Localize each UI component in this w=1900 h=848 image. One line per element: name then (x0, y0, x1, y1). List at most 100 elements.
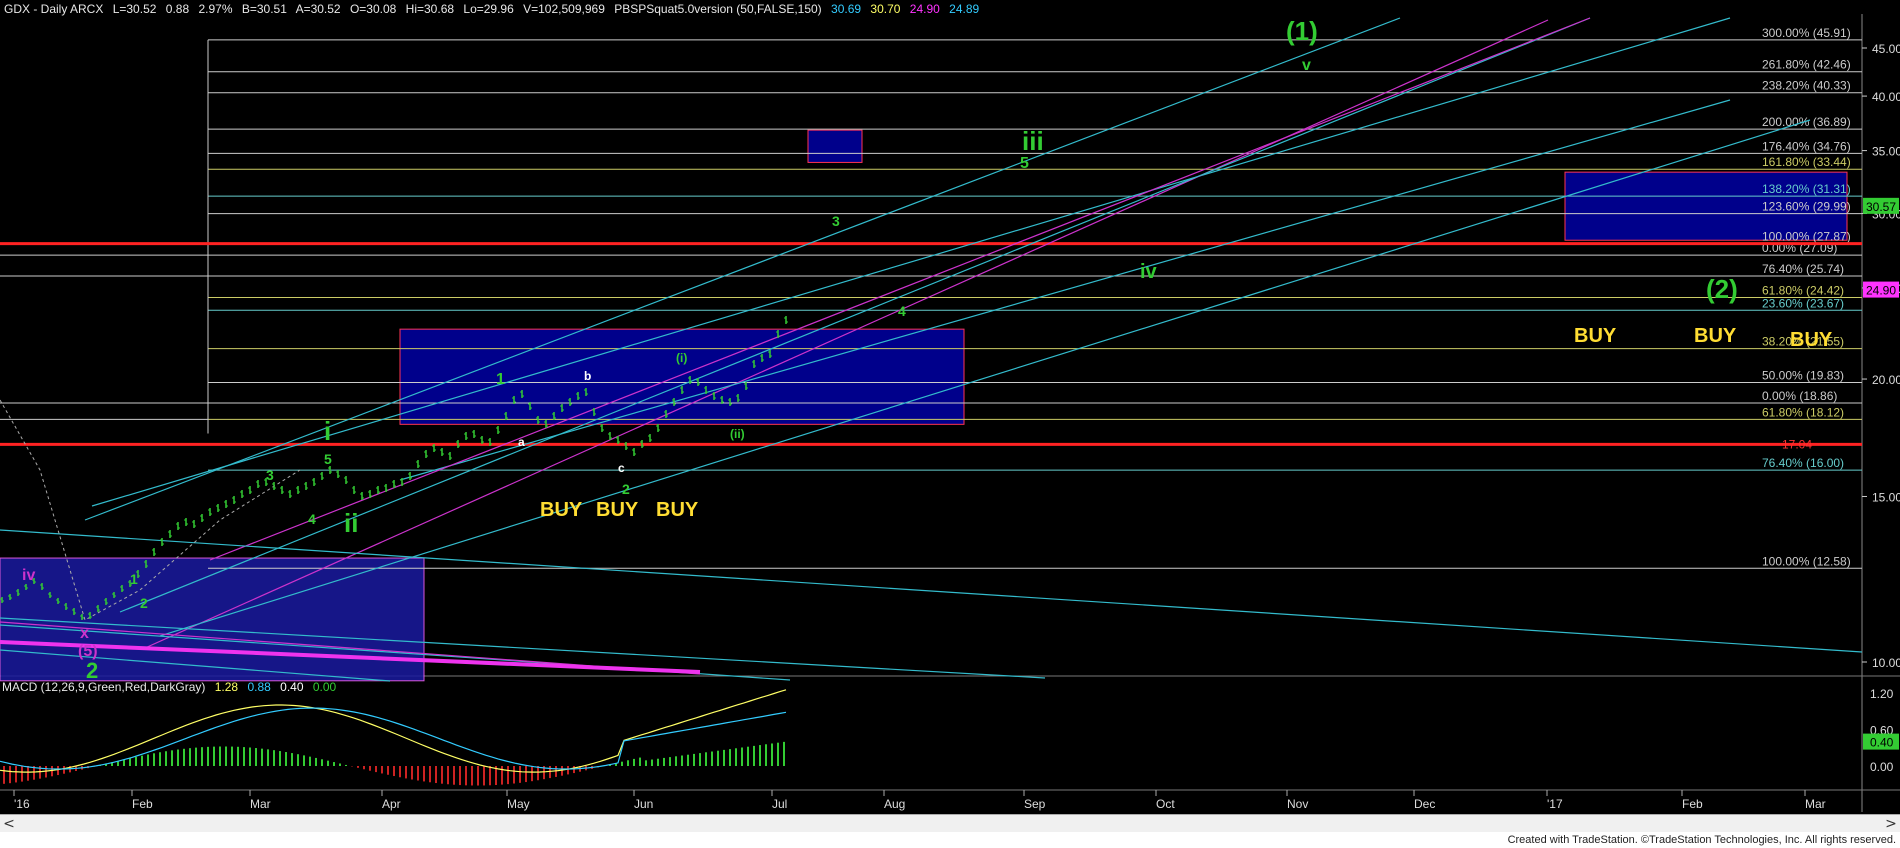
buy-label: BUY (656, 499, 699, 521)
scroll-right-button[interactable]: > (1882, 815, 1900, 833)
last-price-tag: 30.57 (1866, 200, 1896, 214)
y-tick-label: 20.00 (1872, 373, 1900, 387)
indicator-value-4: 24.89 (949, 2, 980, 16)
chart-header: GDX - Daily ARCX L=30.52 0.88 2.97% B=30… (4, 2, 985, 16)
indicator-value-3: 24.90 (909, 2, 940, 16)
fib-label: 61.80% (18.12) (1762, 405, 1844, 419)
change-value: 0.88 (165, 2, 190, 16)
y-tick-label: 40.00 (1872, 90, 1900, 104)
open-value: O=30.08 (349, 2, 397, 16)
macd-tick-label: 1.20 (1870, 687, 1894, 701)
chevron-left-icon: < (3, 816, 15, 832)
indicator-name: PBSPSquat5.0version (50,FALSE,150) (614, 2, 822, 16)
x-tick-label: Nov (1287, 797, 1308, 811)
wave-label: 5 (324, 451, 332, 467)
bid-value: B=30.51 (241, 2, 287, 16)
fib-label: 261.80% (42.46) (1762, 58, 1851, 72)
fib-label: 76.40% (16.00) (1762, 456, 1844, 470)
x-tick-label: '16 (14, 797, 30, 811)
red-level-label: 17.04 (1782, 437, 1812, 451)
horizontal-scrollbar[interactable]: < > (0, 814, 1900, 833)
wave-label: 3 (832, 213, 840, 229)
macd-value-4: 0.00 (312, 680, 337, 694)
fib-label: 123.60% (29.99) (1762, 200, 1851, 214)
buy-label: BUY (540, 499, 583, 521)
wave-label: b (584, 369, 591, 383)
wave-label: (2) (1706, 274, 1738, 304)
x-tick-label: Aug (884, 797, 905, 811)
fib-label: 200.00% (36.89) (1762, 115, 1851, 129)
wave-label: 1 (496, 371, 505, 388)
fib-label: 23.60% (23.67) (1762, 296, 1844, 310)
y-tick-label: 45.00 (1872, 42, 1900, 56)
wave-label: ii (344, 508, 358, 538)
copyright-footer: Created with TradeStation. ©TradeStation… (0, 832, 1900, 848)
fib-label: 300.00% (45.91) (1762, 26, 1851, 40)
x-tick-label: Feb (1682, 797, 1703, 811)
wave-label: c (618, 461, 625, 475)
wave-label: 3 (266, 467, 274, 483)
high-value: Hi=30.68 (405, 2, 455, 16)
footer-text: Created with TradeStation. ©TradeStation… (1507, 834, 1896, 846)
scroll-left-button[interactable]: < (0, 815, 18, 833)
wave-label: iv (22, 567, 35, 584)
macd-tick-label: 0.40 (1870, 736, 1894, 750)
y-tick-label: 35.00 (1872, 145, 1900, 159)
wave-3-target-box (807, 129, 863, 163)
macd-value-3: 0.40 (280, 680, 304, 694)
wave-label: a (518, 435, 525, 449)
fib-label: 176.40% (34.76) (1762, 139, 1851, 153)
wave-label: 5 (1020, 155, 1029, 172)
x-tick-label: Jun (634, 797, 653, 811)
fib-label: 138.20% (31.31) (1762, 182, 1851, 196)
fib-label: 76.40% (25.74) (1762, 262, 1844, 276)
low-value: Lo=29.96 (463, 2, 514, 16)
x-tick-label: '17 (1547, 797, 1563, 811)
buy-label: BUY (596, 499, 639, 521)
wave-label: iv (1140, 261, 1158, 283)
x-tick-label: Feb (132, 797, 153, 811)
fib-label: 100.00% (12.58) (1762, 554, 1851, 568)
wave-label: (i) (676, 351, 687, 365)
macd-label: MACD (12,26,9,Green,Red,DarkGray) (2, 680, 206, 694)
buy-label: BUY (1574, 325, 1617, 347)
fib-label: 50.00% (19.83) (1762, 369, 1844, 383)
x-tick-label: May (507, 797, 530, 811)
x-tick-label: Mar (1805, 797, 1826, 811)
last-price: L=30.52 (112, 2, 157, 16)
macd-value-1: 1.28 (214, 680, 239, 694)
wave-label: iii (1022, 126, 1044, 156)
wave-label: (1) (1286, 16, 1318, 46)
chevron-right-icon: > (1885, 816, 1897, 832)
y-tick-label: 15.00 (1872, 490, 1900, 504)
volume-value: V=102,509,969 (523, 2, 605, 16)
wave-label: 2 (622, 481, 630, 497)
ask-value: A=30.52 (295, 2, 341, 16)
symbol-label: GDX - Daily ARCX (4, 2, 104, 16)
macd-tick-label: 0.00 (1870, 760, 1894, 774)
y-tick-label: 10.00 (1872, 656, 1900, 670)
indicator-value-1: 30.69 (831, 2, 862, 16)
x-tick-label: Jul (772, 797, 787, 811)
wave-label: 4 (898, 303, 906, 319)
wave-label: 4 (308, 511, 316, 527)
fib-label: 238.20% (40.33) (1762, 79, 1851, 93)
x-tick-label: Oct (1156, 797, 1175, 811)
wave-label: 2 (140, 595, 148, 611)
change-pct: 2.97% (198, 2, 233, 16)
x-tick-label: Apr (382, 797, 401, 811)
buy-label: BUY (1790, 329, 1833, 351)
wave-label: i (324, 416, 331, 446)
x-tick-label: Dec (1414, 797, 1435, 811)
buy-label: BUY (1694, 325, 1737, 347)
secondary-price-tag: 24.90 (1866, 284, 1896, 298)
macd-header: MACD (12,26,9,Green,Red,DarkGray) 1.28 0… (2, 680, 342, 694)
macd-value-2: 0.88 (247, 680, 271, 694)
x-tick-label: Mar (250, 797, 271, 811)
wave-label: 1 (130, 571, 138, 587)
wave-label: x (80, 625, 89, 642)
fib-label: 161.80% (33.44) (1762, 155, 1851, 169)
fib-label: 0.00% (18.86) (1762, 389, 1837, 403)
wave-label: (ii) (730, 427, 745, 441)
wave-label: v (1302, 57, 1311, 74)
